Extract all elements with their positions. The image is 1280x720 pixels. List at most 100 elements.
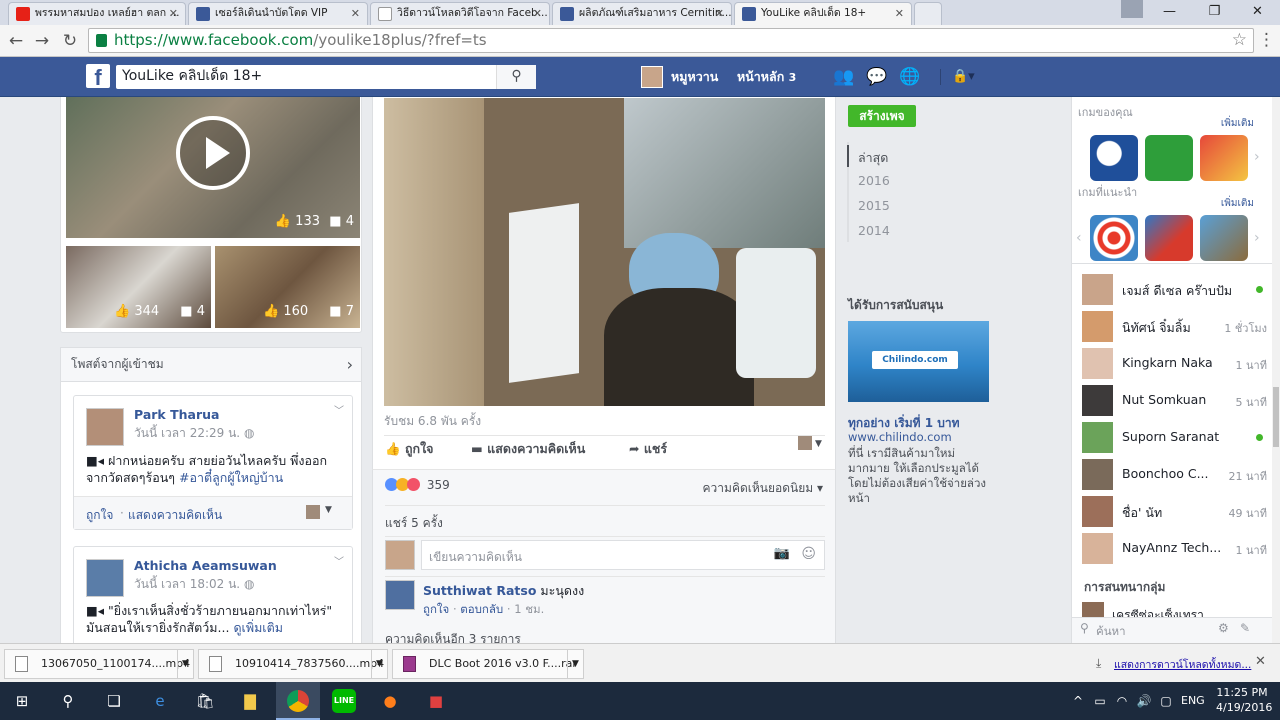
post-time[interactable]: วันนี้ เวลา 18:02 น. — [134, 577, 240, 591]
dropdown-caret-icon[interactable]: ▼ — [177, 650, 193, 678]
ad-url[interactable]: www.chilindo.com — [848, 430, 952, 444]
video-thumbnail[interactable]: 👍 344 ■ 4 — [66, 246, 211, 328]
url-bar[interactable]: https://www.facebook.com/youlike18plus/?… — [88, 28, 1254, 53]
input-language[interactable]: ENG — [1181, 694, 1205, 707]
chrome-menu-icon[interactable]: ⋮ — [1258, 30, 1275, 50]
messages-icon[interactable]: 💬 — [866, 67, 887, 87]
chat-contact[interactable]: Kingkarn Naka 1 นาที — [1082, 348, 1267, 380]
download-item[interactable]: 13067050_1100174....mp4 ▼ — [4, 649, 194, 679]
comment-like-link[interactable]: ถูกใจ — [423, 602, 449, 616]
timeline-year[interactable]: 2016 — [858, 173, 890, 188]
play-icon[interactable] — [176, 116, 250, 190]
facebook-logo[interactable]: f — [86, 64, 110, 90]
more-suggested-link[interactable]: เพิ่มเติม — [1221, 196, 1254, 211]
bookmark-star-icon[interactable]: ☆ — [1232, 30, 1247, 50]
share-count-link[interactable]: แชร์ 5 ครั้ง — [385, 514, 443, 533]
firefox-icon[interactable]: ● — [378, 689, 402, 713]
video-thumbnail-main[interactable]: 👍 133 ■ 4 — [66, 97, 360, 238]
back-button[interactable]: ← — [5, 31, 27, 51]
share-button[interactable]: ➦ แชร์ — [629, 439, 667, 459]
visitor-posts-header[interactable]: โพสต์จากผู้เข้าชม › — [60, 347, 362, 382]
chat-contact[interactable]: ชื่อ' นัท 49 นาที — [1082, 496, 1267, 528]
gear-icon[interactable]: ⚙ — [1218, 621, 1229, 635]
download-item[interactable]: 10910414_7837560....mp4 ▼ — [198, 649, 388, 679]
more-comments-link[interactable]: ความคิดเห็นอีก 3 รายการ — [385, 630, 521, 643]
new-tab-button[interactable] — [914, 2, 942, 25]
avatar[interactable] — [385, 540, 415, 570]
store-icon[interactable]: 🛍 — [193, 689, 217, 713]
commenter-name[interactable]: Sutthiwat Ratso — [423, 583, 536, 598]
wifi-icon[interactable]: ◠ — [1110, 689, 1134, 713]
browser-tab[interactable]: เซอร์ลิเดินนำบัตโตด VIP ✕ — [188, 2, 368, 25]
comment-link[interactable]: แสดงความคิดเห็น — [128, 506, 222, 525]
recorder-app-icon[interactable]: ■ — [424, 689, 448, 713]
reaction-summary[interactable]: 359 — [385, 478, 450, 494]
browser-tab-active[interactable]: YouLike คลิปเด็ด 18+ ✕ — [734, 2, 912, 25]
comment-time[interactable]: 1 ชม. — [514, 602, 544, 616]
author-name[interactable]: Park Tharua — [134, 407, 219, 422]
chat-contact[interactable]: Suporn Saranat — [1082, 422, 1267, 454]
snooker-game-icon[interactable] — [1145, 135, 1193, 181]
compose-icon[interactable]: ✎ — [1240, 621, 1250, 635]
create-page-button[interactable]: สร้างเพจ — [848, 105, 916, 127]
close-window-button[interactable]: ✕ — [1235, 0, 1280, 25]
edge-browser-icon[interactable]: e — [148, 689, 172, 713]
chat-contact[interactable]: นิทัศน์ จิ๋มลิ้ม 1 ชั่วโมง — [1082, 311, 1267, 343]
line-app-icon[interactable]: LINE — [332, 689, 356, 713]
maximize-button[interactable]: ❐ — [1192, 0, 1237, 25]
battery-icon[interactable]: ▭ — [1088, 689, 1112, 713]
chevron-right-icon[interactable]: › — [347, 348, 353, 381]
caret-down-icon[interactable]: ▼ — [815, 439, 822, 449]
chevron-right-icon[interactable]: › — [1254, 230, 1260, 246]
clock[interactable]: 11:25 PM 4/19/2016 — [1216, 685, 1272, 715]
privacy-shortcuts-icon[interactable]: 🔒▾ — [952, 69, 975, 84]
search-icon[interactable]: ⚲ — [496, 65, 536, 89]
chat-contact[interactable]: NayAnnz Tech... 1 นาที — [1082, 533, 1267, 565]
user-profile-icon[interactable] — [1121, 0, 1143, 18]
ping-pong-game-icon[interactable] — [1145, 215, 1193, 261]
windows-start-icon[interactable]: ⊞ — [10, 689, 34, 713]
chevron-left-icon[interactable]: ‹ — [1076, 230, 1082, 246]
file-explorer-icon[interactable]: ▇ — [238, 689, 262, 713]
scrollbar-thumb[interactable] — [1273, 387, 1279, 447]
reload-button[interactable]: ↻ — [59, 31, 81, 51]
notifications-icon[interactable]: 🌐 — [899, 67, 920, 87]
archery-game-icon[interactable] — [1090, 215, 1138, 261]
camera-icon[interactable]: 📷 — [774, 546, 790, 561]
hero-game-icon[interactable] — [1200, 135, 1248, 181]
chevron-down-icon[interactable]: ﹀ — [334, 402, 344, 417]
timeline-year[interactable]: 2015 — [858, 198, 890, 213]
caret-down-icon[interactable]: ▼ — [325, 505, 332, 515]
dropdown-caret-icon[interactable]: ▼ — [567, 650, 583, 678]
avatar[interactable] — [86, 408, 124, 446]
like-link[interactable]: ถูกใจ — [86, 506, 113, 525]
comment-input[interactable]: เขียนความคิดเห็น 📷 ☺ — [421, 540, 825, 570]
author-name[interactable]: Athicha Aeamsuwan — [134, 558, 277, 573]
home-link[interactable]: หน้าหลัก 3 — [737, 66, 796, 89]
like-button[interactable]: 👍 ถูกใจ — [385, 439, 434, 459]
chat-contact[interactable]: Boonchoo C... 21 นาที — [1082, 459, 1267, 491]
close-tab-icon[interactable]: ✕ — [715, 3, 724, 24]
timeline-year[interactable]: 2014 — [858, 223, 890, 238]
facebook-search-input[interactable]: YouLike คลิปเด็ด 18+ ⚲ — [116, 65, 536, 89]
task-view-icon[interactable]: ❏ — [102, 689, 126, 713]
chat-contact[interactable]: เจมส์ ดีเซล คร๊าบปัม — [1082, 274, 1267, 306]
browser-tab[interactable]: พรรมหาสมปอง เหลย์ฮา ตลก ... ✕ — [8, 2, 186, 25]
friend-requests-icon[interactable]: 👥 — [833, 67, 854, 87]
comment-sort-dropdown[interactable]: ความคิดเห็นยอดนิยม ▾ — [703, 479, 823, 498]
browser-tab[interactable]: ผลิตภัณฑ์เสริมอาหาร Cernitin... ✕ — [552, 2, 732, 25]
chevron-down-icon[interactable]: ﹀ — [334, 553, 344, 568]
avatar[interactable] — [385, 580, 415, 610]
show-all-downloads-link[interactable]: แสดงการดาวน์โหลดทั้งหมด... — [1114, 656, 1251, 673]
see-more-link[interactable]: ดูเพิ่มเติม — [233, 620, 283, 635]
avatar[interactable] — [798, 436, 812, 450]
volume-icon[interactable]: 🔊 — [1132, 689, 1156, 713]
chat-bubble-icon[interactable]: ▢ — [1154, 689, 1178, 713]
close-tab-icon[interactable]: ✕ — [351, 3, 360, 24]
emoji-icon[interactable]: ☺ — [801, 546, 816, 562]
minimize-button[interactable]: — — [1147, 0, 1192, 25]
avatar[interactable] — [306, 505, 320, 519]
search-icon[interactable]: ⚲ — [56, 689, 80, 713]
reply-link[interactable]: ตอบกลับ — [460, 602, 503, 616]
close-tab-icon[interactable]: ✕ — [533, 3, 542, 24]
